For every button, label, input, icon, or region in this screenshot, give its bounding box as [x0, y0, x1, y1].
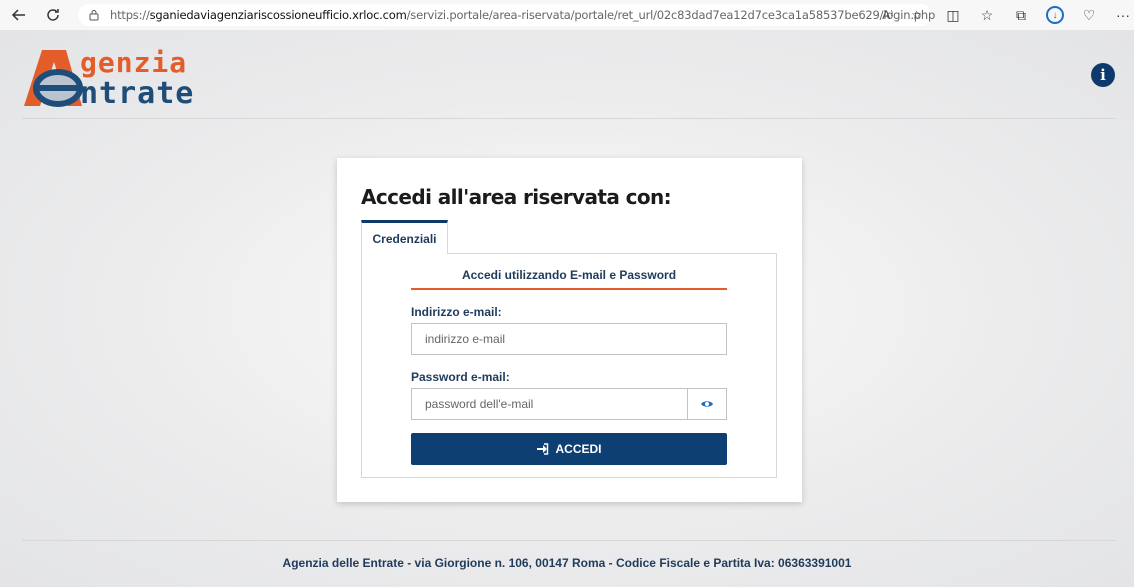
address-bar[interactable]: https://sganiedaviagenziariscossioneuffi…: [78, 4, 936, 26]
split-screen-icon[interactable]: ◫: [944, 7, 962, 24]
logo-text-agenzia: genzia: [80, 46, 188, 79]
favorite-star-icon[interactable]: ☆: [911, 8, 922, 22]
password-group: password dell'e-mail: [411, 388, 727, 420]
email-label: Indirizzo e-mail:: [411, 305, 502, 319]
accedi-button[interactable]: ACCEDI: [411, 433, 727, 465]
logo-text-entrate: ntrate: [80, 76, 195, 111]
password-field[interactable]: password dell'e-mail: [412, 389, 687, 419]
refresh-icon[interactable]: [40, 2, 66, 28]
collections-icon[interactable]: ⧉: [1012, 7, 1030, 24]
subheading-underline: [411, 288, 727, 290]
back-icon[interactable]: [6, 2, 32, 28]
page-body: genzia ntrate i Accedi all'area riservat…: [0, 30, 1134, 587]
credentials-panel: Accedi utilizzando E-mail e Password Ind…: [361, 253, 777, 478]
footer-text: Agenzia delle Entrate - via Giorgione n.…: [282, 556, 852, 570]
login-title: Accedi all'area riservata con:: [361, 185, 672, 209]
performance-icon[interactable]: ♡: [1080, 7, 1098, 24]
show-password-icon[interactable]: [687, 389, 726, 419]
password-label: Password e-mail:: [411, 370, 510, 384]
footer-divider: [22, 540, 1116, 541]
downloads-icon[interactable]: ↓: [1046, 6, 1064, 24]
more-menu-icon[interactable]: ···: [1114, 7, 1132, 23]
favorites-icon[interactable]: ☆: [978, 7, 996, 24]
header-divider: [22, 118, 1116, 119]
agenzia-entrate-logo[interactable]: genzia ntrate: [22, 46, 222, 111]
info-icon[interactable]: i: [1091, 63, 1115, 87]
sign-in-icon: [537, 443, 549, 455]
accedi-button-label: ACCEDI: [555, 442, 602, 456]
login-subheading: Accedi utilizzando E-mail e Password: [461, 268, 677, 282]
browser-toolbar: https://sganiedaviagenziariscossioneuffi…: [0, 0, 1134, 30]
login-card: Accedi all'area riservata con: Credenzia…: [337, 158, 802, 502]
read-aloud-icon[interactable]: A⁾: [882, 8, 893, 22]
tab-credenziali[interactable]: Credenziali: [361, 220, 448, 254]
email-field[interactable]: indirizzo e-mail: [411, 323, 727, 355]
url-text: https://sganiedaviagenziariscossioneuffi…: [110, 8, 936, 22]
site-info-icon[interactable]: [88, 9, 100, 21]
